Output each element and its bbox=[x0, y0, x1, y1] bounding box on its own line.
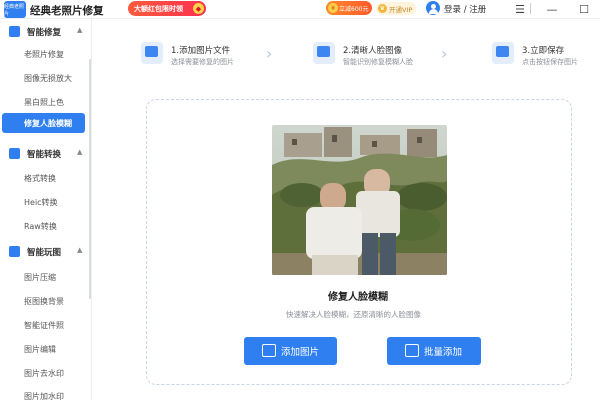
step-description: 选择需要修复的图片 bbox=[171, 58, 234, 66]
promo-label: 大额红包限时领 bbox=[134, 4, 183, 13]
step-title: 1.添加图片文件 bbox=[171, 46, 231, 56]
minimize-icon[interactable]: — bbox=[542, 0, 562, 18]
chevron-up-icon: ▲ bbox=[77, 26, 83, 34]
sidebar-item-heic-convert[interactable]: Heic转换 bbox=[0, 192, 86, 212]
sidebar-group-smart-convert[interactable]: 智能转换 ▲ bbox=[0, 144, 92, 164]
vip-button[interactable]: ♛ 开通VIP bbox=[376, 2, 416, 15]
maximize-icon[interactable]: ☐ bbox=[574, 0, 594, 18]
sidebar-item-colorize[interactable]: 黑白照上色 bbox=[0, 92, 86, 112]
face-scan-icon bbox=[313, 42, 335, 64]
sidebar-item-image-edit[interactable]: 图片编辑 bbox=[0, 339, 86, 359]
item-label: 图像无损放大 bbox=[24, 74, 72, 83]
group-label: 智能转换 bbox=[27, 150, 62, 160]
app-title: 经典老照片修复 bbox=[30, 5, 104, 17]
item-label: 图片编辑 bbox=[24, 345, 56, 354]
item-label: 图片加水印 bbox=[24, 392, 64, 400]
sidebar-item-compress[interactable]: 图片压缩 bbox=[0, 267, 86, 287]
sidebar-item-lossless-upscale[interactable]: 图像无损放大 bbox=[0, 68, 86, 88]
login-link[interactable]: 登录 / 注册 bbox=[444, 3, 486, 15]
sidebar-item-face-repair[interactable]: 修复人脸模糊 bbox=[2, 113, 85, 133]
item-label: 图片压缩 bbox=[24, 273, 56, 282]
chevron-right-icon: › bbox=[441, 44, 448, 63]
promo-banner[interactable]: 大额红包限时领 ◆ bbox=[128, 1, 206, 16]
menu-icon[interactable]: ☰ bbox=[510, 0, 530, 18]
feature-subtitle: 快速解决人脸模糊，还原清晰的人脸图像 bbox=[286, 310, 421, 319]
item-label: Raw转换 bbox=[24, 222, 57, 231]
step-description: 智能识别修复模糊人脸 bbox=[343, 58, 413, 66]
chevron-right-icon: › bbox=[266, 44, 273, 63]
discount-label: 立减600元 bbox=[339, 5, 369, 13]
sidebar-item-add-watermark[interactable]: 图片加水印 bbox=[0, 386, 86, 400]
app-logo: 经典老照片 bbox=[4, 1, 26, 18]
item-label: 黑白照上色 bbox=[24, 98, 64, 107]
add-image-label: 添加图片 bbox=[281, 347, 320, 358]
add-image-icon bbox=[141, 42, 163, 64]
convert-icon bbox=[9, 148, 20, 159]
vip-label: 开通VIP bbox=[389, 5, 413, 14]
item-label: 图片去水印 bbox=[24, 369, 64, 378]
sidebar-item-format-convert[interactable]: 格式转换 bbox=[0, 168, 86, 188]
image-play-icon bbox=[9, 246, 20, 257]
titlebar-divider bbox=[530, 3, 531, 14]
image-add-icon bbox=[262, 344, 276, 357]
item-label: 老照片修复 bbox=[24, 50, 64, 59]
sidebar-group-smart-repair[interactable]: 智能修复 ▲ bbox=[0, 22, 92, 42]
sidebar-scrollbar[interactable] bbox=[89, 59, 91, 299]
step-title: 3.立即保存 bbox=[522, 46, 565, 56]
repair-icon bbox=[9, 26, 20, 37]
crown-icon: ♛ bbox=[378, 4, 387, 13]
group-label: 智能玩图 bbox=[27, 248, 62, 258]
sidebar-item-id-photo[interactable]: 智能证件照 bbox=[0, 315, 86, 335]
save-image-icon bbox=[492, 42, 514, 64]
plus-square-icon bbox=[405, 344, 419, 357]
title-bar: 经典老照片 经典老照片修复 大额红包限时领 ◆ ¥ 立减600元 ♛ 开通VIP… bbox=[0, 0, 600, 19]
user-avatar-icon[interactable] bbox=[426, 1, 440, 15]
sidebar-item-raw-convert[interactable]: Raw转换 bbox=[0, 216, 86, 236]
sample-photo bbox=[272, 125, 447, 275]
item-label: 抠图换背景 bbox=[24, 297, 64, 306]
sidebar-item-old-photo-repair[interactable]: 老照片修复 bbox=[0, 44, 86, 64]
sidebar-group-smart-play[interactable]: 智能玩图 ▲ bbox=[0, 242, 92, 262]
item-label: 格式转换 bbox=[24, 174, 56, 183]
item-label: 智能证件照 bbox=[24, 321, 64, 330]
gift-icon: ◆ bbox=[193, 3, 204, 14]
coin-icon: ¥ bbox=[328, 3, 338, 13]
chevron-up-icon: ▲ bbox=[77, 246, 83, 254]
step-description: 点击按钮保存图片 bbox=[522, 58, 578, 66]
logo-text: 经典老照片 bbox=[4, 3, 25, 17]
sidebar: 智能修复 ▲ 老照片修复 图像无损放大 黑白照上色 修复人脸模糊 智能转换 ▲ … bbox=[0, 19, 92, 400]
item-label: Heic转换 bbox=[24, 198, 58, 207]
step-title: 2.清晰人脸图像 bbox=[343, 46, 403, 56]
add-image-button[interactable]: 添加图片 bbox=[244, 337, 337, 365]
group-label: 智能修复 bbox=[27, 28, 62, 38]
batch-add-button[interactable]: 批量添加 bbox=[387, 337, 481, 365]
chevron-up-icon: ▲ bbox=[77, 148, 83, 156]
batch-add-label: 批量添加 bbox=[424, 347, 463, 358]
feature-title: 修复人脸模糊 bbox=[328, 292, 388, 303]
sidebar-item-remove-watermark[interactable]: 图片去水印 bbox=[0, 363, 86, 383]
discount-badge[interactable]: ¥ 立减600元 bbox=[326, 1, 372, 15]
sidebar-item-cutout-background[interactable]: 抠图换背景 bbox=[0, 291, 86, 311]
item-label: 修复人脸模糊 bbox=[24, 119, 72, 128]
